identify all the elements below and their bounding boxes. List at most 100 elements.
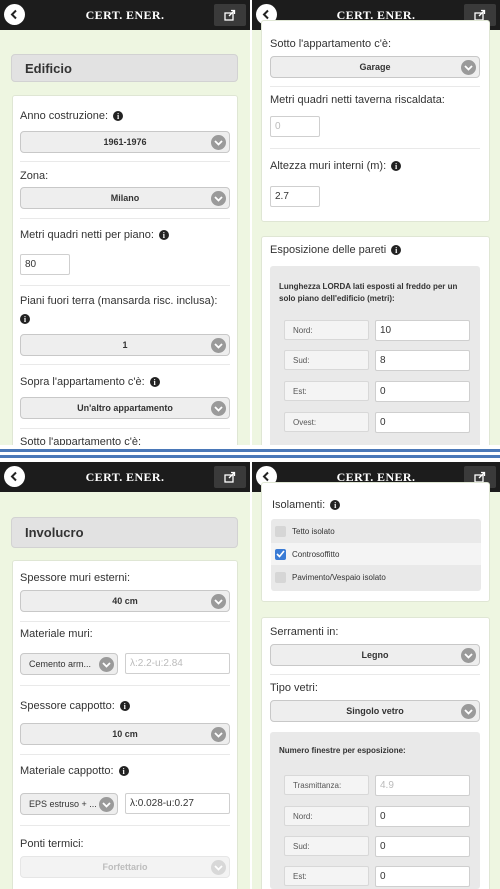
share-button[interactable] <box>214 466 246 488</box>
panel-edificio: CERT. ENER. Edificio Anno costruzione: i … <box>0 0 250 445</box>
info-icon[interactable]: i <box>118 766 129 776</box>
altezza-input[interactable]: 2.7 <box>270 186 320 207</box>
top-bar: CERT. ENER. <box>0 462 250 492</box>
esposizione-label: Esposizione delle pareti i <box>270 244 402 256</box>
piani-info: i <box>15 314 30 324</box>
ovest-label: Ovest: <box>284 412 369 432</box>
finestre-est-input[interactable]: 0 <box>375 866 470 887</box>
est-input[interactable]: 0 <box>375 381 470 402</box>
isolamenti-option-tetto[interactable]: Tetto isolato <box>271 520 481 542</box>
ponti-label: Ponti termici: <box>20 838 84 850</box>
materiale-muri-label: Materiale muri: <box>20 628 93 640</box>
serramenti-select[interactable]: Legno <box>270 644 480 666</box>
separator <box>270 674 480 675</box>
share-icon <box>224 9 236 21</box>
info-icon[interactable]: i <box>391 161 402 171</box>
section-header-involucro: Involucro <box>11 517 238 548</box>
sud-input[interactable]: 8 <box>375 350 470 371</box>
chevron-down-icon <box>99 657 114 672</box>
chevron-down-icon <box>461 704 476 719</box>
chevron-down-icon <box>211 860 226 875</box>
mq-input[interactable]: 80 <box>20 254 70 275</box>
separator <box>270 148 480 149</box>
lorda-box: Lunghezza LORDA lati esposti al freddo p… <box>270 266 480 445</box>
info-icon[interactable]: i <box>149 377 160 387</box>
chevron-down-icon <box>211 594 226 609</box>
app-title: CERT. ENER. <box>85 470 165 484</box>
chevron-down-icon <box>99 797 114 812</box>
info-icon[interactable]: i <box>158 230 169 240</box>
altezza-label: Altezza muri interni (m): i <box>270 160 402 172</box>
isolamenti-option-controsoffitto[interactable]: Controsoffitto <box>271 543 481 565</box>
panel-involucro-cont: CERT. ENER. Isolamenti: i Tetto isolato C… <box>252 462 500 889</box>
materiale-cappotto-select[interactable]: EPS estruso + ... <box>20 793 118 815</box>
sotto-label: Sotto l'appartamento c'è: <box>270 38 391 50</box>
finestre-sud-input[interactable]: 0 <box>375 836 470 857</box>
zona-label: Zona: <box>20 170 49 182</box>
separator <box>20 825 230 826</box>
separator <box>20 428 230 429</box>
trasmittanza-input: 4.9 <box>375 775 470 796</box>
chevron-down-icon <box>211 338 226 353</box>
materiale-muri-lambda: λ:2.2-u:2.84 <box>125 653 230 674</box>
materiale-cappotto-label: Materiale cappotto: i <box>20 765 129 777</box>
zona-select[interactable]: Milano <box>20 187 230 209</box>
app-title: CERT. ENER. <box>85 8 165 22</box>
materiale-cappotto-lambda: λ:0.028-u:0.27 <box>125 793 230 814</box>
piani-select[interactable]: 1 <box>20 334 230 356</box>
isolamenti-option-pavimento[interactable]: Pavimento/Vespaio isolato <box>271 566 481 588</box>
sotto-select[interactable]: Garage <box>270 56 480 78</box>
finestre-nord-input[interactable]: 0 <box>375 806 470 827</box>
checkbox-icon <box>275 571 286 583</box>
separator <box>270 86 480 87</box>
serramenti-label: Serramenti in: <box>270 626 339 638</box>
top-bar: CERT. ENER. <box>0 0 250 30</box>
chevron-down-icon <box>211 135 226 150</box>
nord-label: Nord: <box>284 320 369 340</box>
share-button[interactable] <box>214 4 246 26</box>
divider-line <box>0 455 500 458</box>
horizontal-divider <box>0 445 500 462</box>
separator <box>20 161 230 162</box>
ovest-input[interactable]: 0 <box>375 412 470 433</box>
spessore-cappotto-select[interactable]: 10 cm <box>20 723 230 745</box>
finestre-nord-label: Nord: <box>284 806 369 826</box>
chevron-down-icon <box>461 648 476 663</box>
sotto-label: Sotto l'appartamento c'è: <box>20 436 141 445</box>
anno-select[interactable]: 1961-1976 <box>20 131 230 153</box>
chevron-down-icon <box>211 401 226 416</box>
panel-edificio-cont: CERT. ENER. Sotto l'appartamento c'è: Ga… <box>252 0 500 445</box>
taverna-input[interactable]: 0 <box>270 116 320 137</box>
isolamenti-box: Tetto isolato Controsoffitto Pavimento/V… <box>271 519 481 591</box>
info-icon[interactable]: i <box>119 701 130 711</box>
taverna-label: Metri quadri netti taverna riscaldata: <box>270 94 445 106</box>
ponti-select: Forfettario <box>20 856 230 878</box>
sud-label: Sud: <box>284 350 369 370</box>
info-icon[interactable]: i <box>113 111 124 121</box>
vetri-select[interactable]: Singolo vetro <box>270 700 480 722</box>
nord-input[interactable]: 10 <box>375 320 470 341</box>
separator <box>20 754 230 755</box>
isolamenti-label: Isolamenti: i <box>272 499 341 511</box>
checkbox-checked-icon <box>275 548 286 560</box>
sopra-select[interactable]: Un'altro appartamento <box>20 397 230 419</box>
section-header-edificio: Edificio <box>11 54 238 82</box>
materiale-muri-select[interactable]: Cemento arm... <box>20 653 118 675</box>
piani-label: Piani fuori terra (mansarda risc. inclus… <box>20 295 218 307</box>
checkbox-icon <box>275 525 286 537</box>
chevron-down-icon <box>211 191 226 206</box>
trasmittanza-label: Trasmittanza: <box>284 775 369 795</box>
divider-line <box>0 449 500 452</box>
spessore-muri-select[interactable]: 40 cm <box>20 590 230 612</box>
info-icon[interactable]: i <box>391 245 402 255</box>
est-label: Est: <box>284 381 369 401</box>
finestre-box: Numero finestre per esposizione: Trasmit… <box>270 732 480 889</box>
mq-label: Metri quadri netti per piano: i <box>20 229 169 241</box>
separator <box>20 364 230 365</box>
info-icon[interactable]: i <box>20 314 30 324</box>
info-icon[interactable]: i <box>330 500 341 510</box>
panel-involucro: CERT. ENER. Involucro Spessore muri este… <box>0 462 250 889</box>
share-icon <box>224 471 236 483</box>
chevron-down-icon <box>211 727 226 742</box>
separator <box>20 621 230 622</box>
